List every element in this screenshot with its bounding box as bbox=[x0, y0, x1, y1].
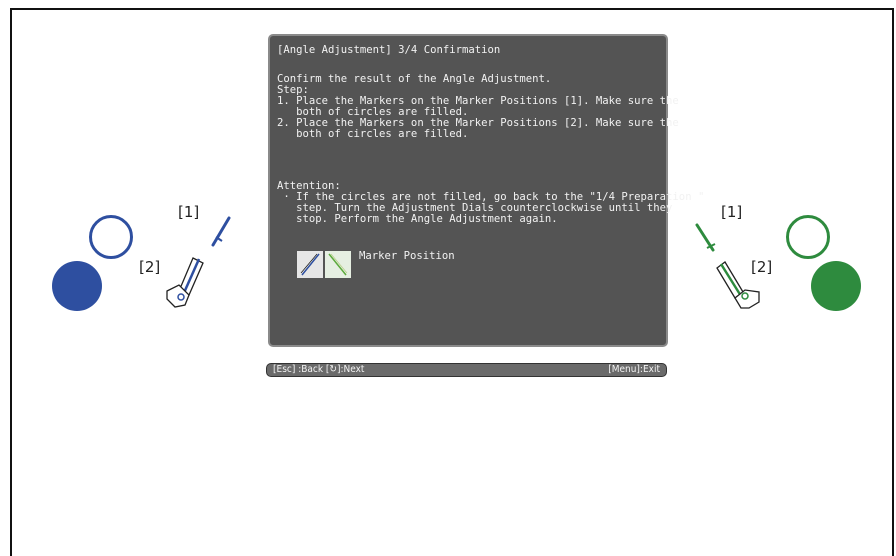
blue-marker-swatch bbox=[297, 251, 323, 278]
left-label-1: [1] bbox=[178, 203, 200, 221]
marker-position-legend bbox=[297, 251, 351, 278]
green-marker-icon bbox=[328, 253, 348, 276]
legend-label: Marker Position bbox=[359, 250, 455, 262]
left-marker-small-icon bbox=[211, 216, 231, 247]
left-outline-circle bbox=[89, 215, 133, 259]
right-label-1: [1] bbox=[721, 203, 743, 221]
green-marker-swatch bbox=[325, 251, 351, 278]
back-next-hint: [Esc] :Back [↻]:Next bbox=[273, 364, 365, 375]
dialog-title: [Angle Adjustment] 3/4 Confirmation bbox=[277, 44, 501, 56]
step-2-line-2: both of circles are filled. bbox=[277, 128, 469, 140]
right-marker-holder-icon bbox=[716, 261, 760, 309]
attention-line-3: stop. Perform the Angle Adjustment again… bbox=[277, 213, 558, 225]
right-outline-circle bbox=[786, 215, 830, 259]
exit-hint: [Menu]:Exit bbox=[608, 364, 660, 375]
right-marker-small-icon bbox=[695, 223, 716, 252]
blue-marker-icon bbox=[300, 253, 320, 276]
left-marker-holder-icon bbox=[166, 257, 204, 308]
angle-adjustment-dialog: [Angle Adjustment] 3/4 Confirmation Conf… bbox=[268, 34, 704, 347]
key-help-bar: [Esc] :Back [↻]:Next [Menu]:Exit bbox=[266, 363, 667, 377]
dialog-intro: Confirm the result of the Angle Adjustme… bbox=[277, 73, 552, 85]
left-label-2: [2] bbox=[139, 258, 161, 276]
right-filled-circle bbox=[811, 261, 861, 311]
left-filled-circle bbox=[52, 261, 102, 311]
